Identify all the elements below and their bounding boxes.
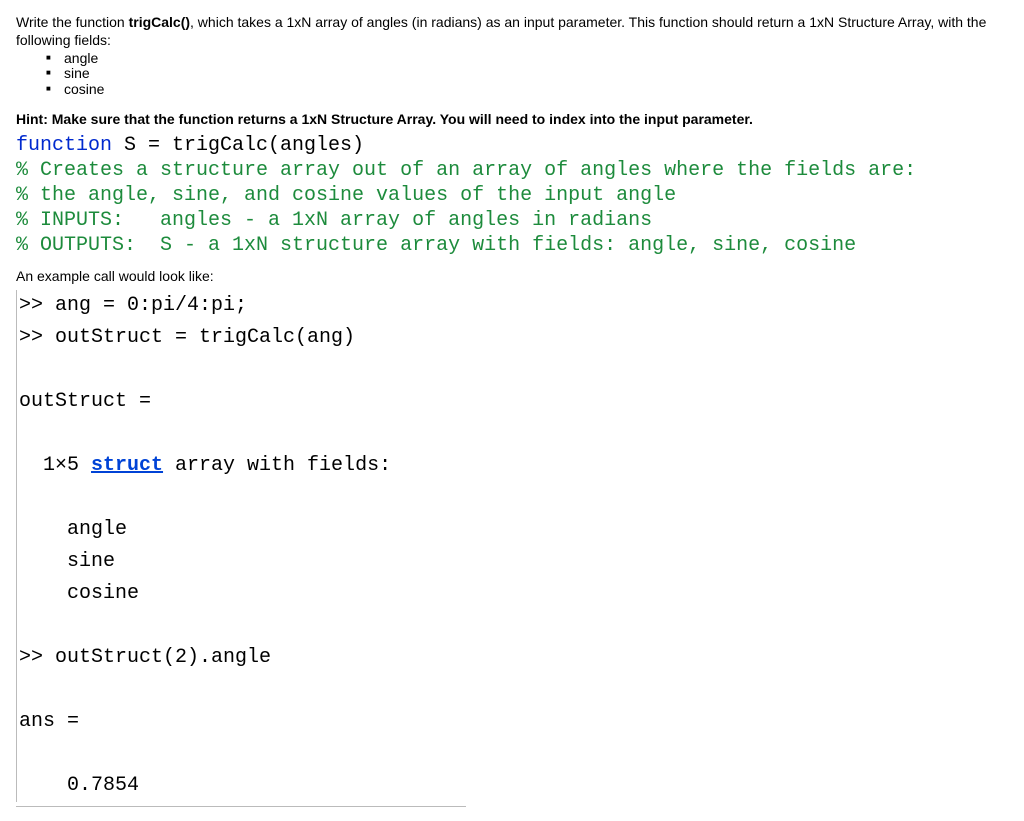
field-item: cosine (64, 82, 1008, 97)
console-line: >> outStruct = trigCalc(ang) (19, 326, 355, 349)
comment-line: % OUTPUTS: S - a 1xN structure array wit… (16, 234, 856, 257)
comment-line: % the angle, sine, and cosine values of … (16, 184, 676, 207)
console-line: ans = (19, 710, 79, 733)
console-line: 0.7854 (19, 774, 139, 797)
console-line: angle (19, 518, 127, 541)
function-header-code: function S = trigCalc(angles) % Creates … (16, 133, 1008, 258)
required-fields-list: angle sine cosine (16, 51, 1008, 97)
console-line: cosine (19, 582, 139, 605)
console-line: sine (19, 550, 115, 573)
comment-line: % INPUTS: angles - a 1xN array of angles… (16, 209, 652, 232)
signature-rest: S = trigCalc(angles) (112, 134, 364, 157)
console-output: >> ang = 0:pi/4:pi; >> outStruct = trigC… (16, 290, 1008, 802)
field-item: sine (64, 66, 1008, 81)
console-line: >> ang = 0:pi/4:pi; (19, 294, 247, 317)
field-item: angle (64, 51, 1008, 66)
function-name: trigCalc() (129, 14, 190, 30)
console-line: outStruct = (19, 390, 151, 413)
console-line: >> outStruct(2).angle (19, 646, 271, 669)
console-line: array with fields: (163, 454, 391, 477)
keyword-function: function (16, 134, 112, 157)
intro-pre: Write the function (16, 14, 129, 30)
hint-text: Hint: Make sure that the function return… (16, 111, 1008, 127)
comment-line: % Creates a structure array out of an ar… (16, 159, 916, 182)
example-label: An example call would look like: (16, 268, 1008, 284)
console-line: 1×5 (19, 454, 91, 477)
problem-statement: Write the function trigCalc(), which tak… (16, 14, 1008, 49)
console-rule (16, 806, 466, 807)
struct-link[interactable]: struct (91, 454, 163, 477)
